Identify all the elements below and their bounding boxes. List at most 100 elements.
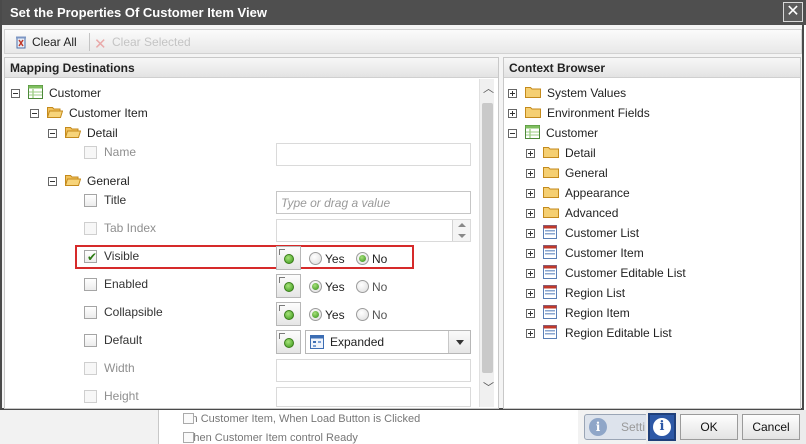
- help-button[interactable]: i: [648, 413, 676, 441]
- expand-icon[interactable]: [526, 309, 535, 318]
- view-icon: [543, 285, 557, 299]
- name-checkbox[interactable]: [84, 146, 97, 159]
- collapsible-yes-radio[interactable]: [309, 308, 322, 321]
- tree-node-customer[interactable]: Customer: [11, 84, 101, 102]
- context-node-system-values[interactable]: System Values: [508, 84, 626, 102]
- background-settings-button: i Setti: [584, 414, 648, 440]
- default-label: Default: [104, 333, 143, 347]
- close-icon: ✕: [786, 3, 800, 20]
- enabled-checkbox[interactable]: [84, 278, 97, 291]
- collapsible-value-picker[interactable]: [276, 302, 301, 326]
- context-node-customer[interactable]: Customer: [508, 124, 598, 142]
- tree-node-label: Customer Item: [565, 246, 644, 260]
- collapse-icon[interactable]: [48, 129, 57, 138]
- height-checkbox[interactable]: [84, 390, 97, 403]
- close-button[interactable]: ✕: [783, 2, 803, 22]
- default-value-picker[interactable]: [276, 330, 301, 354]
- width-field[interactable]: [276, 359, 471, 382]
- name-field[interactable]: [276, 143, 471, 166]
- ok-button[interactable]: OK: [680, 414, 738, 440]
- expand-icon[interactable]: [526, 149, 535, 158]
- tree-node-detail[interactable]: Detail: [48, 124, 118, 142]
- visible-yes-radio[interactable]: [309, 252, 322, 265]
- context-node-region-list[interactable]: Region List: [526, 284, 625, 302]
- chevron-down-icon[interactable]: [448, 331, 470, 353]
- clear-all-icon: [16, 36, 26, 49]
- context-node-appearance[interactable]: Appearance: [526, 184, 630, 202]
- stepper-spin[interactable]: [452, 220, 470, 241]
- title-field[interactable]: Type or drag a value: [276, 191, 471, 214]
- value-dot-icon: [284, 282, 294, 292]
- clear-selected-button[interactable]: ✕ Clear Selected: [94, 33, 191, 53]
- context-node-detail[interactable]: Detail: [526, 144, 596, 162]
- collapse-icon[interactable]: [30, 109, 39, 118]
- collapsible-checkbox[interactable]: [84, 306, 97, 319]
- collapse-icon[interactable]: [508, 129, 517, 138]
- context-node-region-editable-list[interactable]: Region Editable List: [526, 324, 672, 342]
- enabled-value-picker[interactable]: [276, 274, 301, 298]
- enabled-yes-label: Yes: [325, 280, 345, 294]
- cancel-button[interactable]: Cancel: [742, 414, 800, 440]
- title-placeholder: Type or drag a value: [281, 196, 391, 210]
- visible-value-picker[interactable]: [276, 246, 301, 270]
- visible-yes-label: Yes: [325, 252, 345, 266]
- context-node-environment-fields[interactable]: Environment Fields: [508, 104, 650, 122]
- default-dropdown[interactable]: Expanded: [305, 330, 471, 354]
- folder-open-icon: [65, 127, 81, 138]
- tab-index-stepper[interactable]: [276, 219, 471, 242]
- context-node-customer-list[interactable]: Customer List: [526, 224, 639, 242]
- name-label: Name: [104, 145, 137, 159]
- visible-checkbox[interactable]: ✔: [84, 250, 97, 263]
- chevron-up-icon[interactable]: [458, 223, 466, 227]
- expand-icon[interactable]: [508, 89, 517, 98]
- context-node-customer-item[interactable]: Customer Item: [526, 244, 644, 262]
- scrollbar-thumb[interactable]: [482, 103, 493, 373]
- expand-icon[interactable]: [526, 269, 535, 278]
- collapsible-no-label: No: [372, 308, 388, 322]
- mapping-destinations-header: Mapping Destinations: [5, 58, 498, 78]
- table-icon: [525, 125, 540, 139]
- folder-icon: [543, 207, 559, 218]
- corner-icon: [279, 277, 285, 283]
- tree-node-customer-item[interactable]: Customer Item: [30, 104, 148, 122]
- context-node-advanced[interactable]: Advanced: [526, 204, 618, 222]
- collapse-icon[interactable]: [48, 177, 57, 186]
- expand-icon[interactable]: [526, 169, 535, 178]
- enabled-yes-radio[interactable]: [309, 280, 322, 293]
- view-icon: [543, 225, 557, 239]
- context-node-customer-editable-list[interactable]: Customer Editable List: [526, 264, 686, 282]
- expand-icon[interactable]: [526, 249, 535, 258]
- mapping-scrollbar[interactable]: ︿ ﹀: [479, 79, 494, 407]
- tree-node-general[interactable]: General: [48, 172, 130, 190]
- enabled-no-radio[interactable]: [356, 280, 369, 293]
- tab-index-checkbox[interactable]: [84, 222, 97, 235]
- expand-icon[interactable]: [508, 109, 517, 118]
- clear-all-button[interactable]: Clear All: [14, 33, 77, 51]
- tree-node-label: General: [565, 166, 608, 180]
- tree-node-label: Advanced: [565, 206, 619, 220]
- collapse-icon[interactable]: [11, 89, 20, 98]
- height-field[interactable]: [276, 387, 471, 407]
- expand-icon[interactable]: [526, 189, 535, 198]
- visible-no-radio[interactable]: [356, 252, 369, 265]
- tree-node-label: Environment Fields: [547, 106, 650, 120]
- expand-icon[interactable]: [526, 289, 535, 298]
- chevron-down-icon[interactable]: [458, 234, 466, 238]
- view-icon: [543, 305, 557, 319]
- enabled-label: Enabled: [104, 277, 149, 291]
- default-checkbox[interactable]: [84, 334, 97, 347]
- expand-icon[interactable]: [526, 209, 535, 218]
- context-node-region-item[interactable]: Region Item: [526, 304, 630, 322]
- view-icon: [543, 265, 557, 279]
- context-node-general[interactable]: General: [526, 164, 608, 182]
- expand-icon[interactable]: [526, 229, 535, 238]
- width-checkbox[interactable]: [84, 362, 97, 375]
- chevron-up-icon[interactable]: ︿: [483, 84, 494, 95]
- clear-selected-icon: ✕: [94, 36, 107, 53]
- chevron-down-icon[interactable]: ﹀: [483, 383, 494, 394]
- title-checkbox[interactable]: [84, 194, 97, 207]
- folder-icon: [543, 167, 559, 178]
- collapsible-no-radio[interactable]: [356, 308, 369, 321]
- expand-icon[interactable]: [526, 329, 535, 338]
- value-dot-icon: [284, 254, 294, 264]
